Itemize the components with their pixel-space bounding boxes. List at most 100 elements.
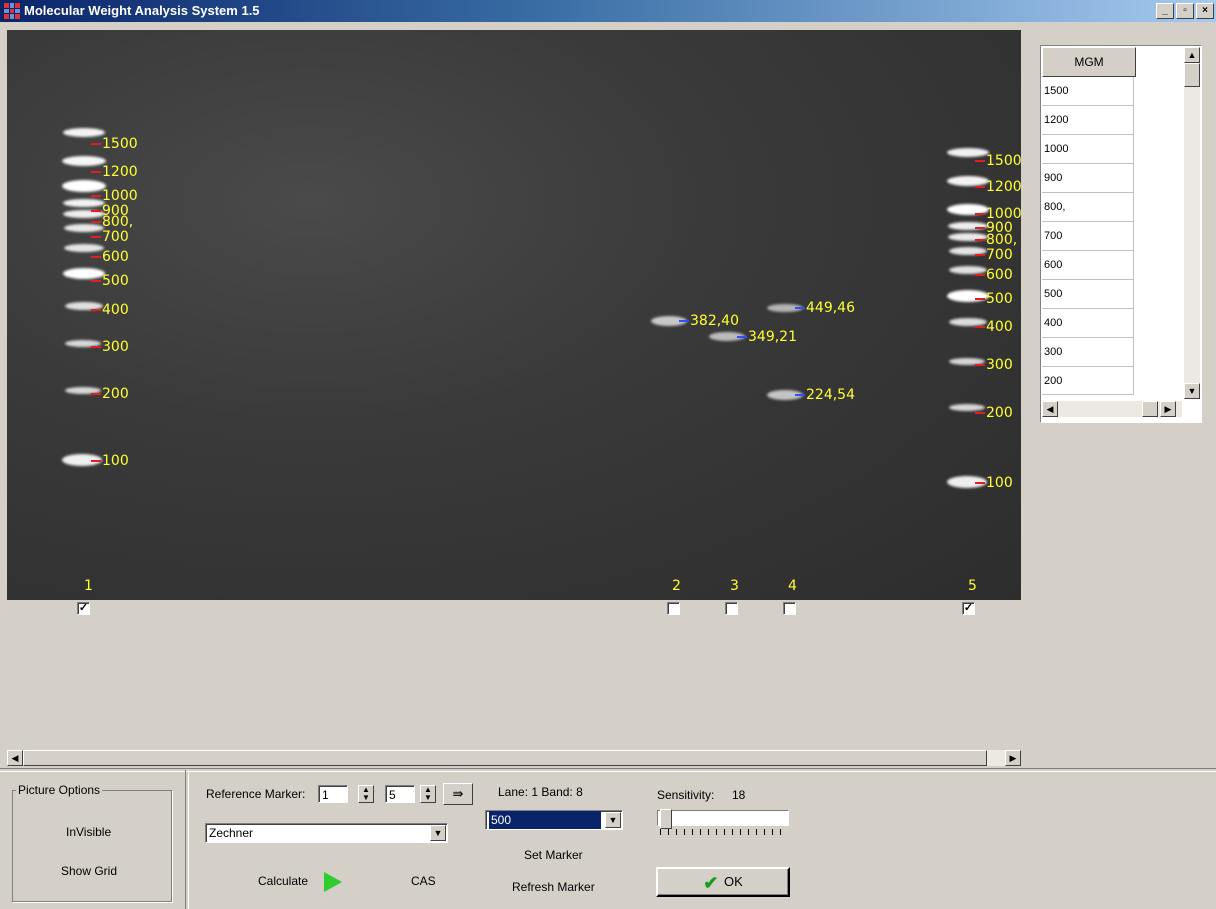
marker-set-select[interactable]: Zechner ▼ (205, 823, 448, 843)
scroll-left-button[interactable]: ◀ (1042, 401, 1058, 417)
gel-band (63, 128, 105, 137)
divider (185, 770, 189, 909)
marker-label: 100 (975, 476, 1013, 490)
reference-count-input[interactable]: 5 (385, 785, 415, 803)
marker-label: 500 (975, 292, 1013, 306)
scroll-thumb[interactable] (1184, 63, 1200, 87)
marker-label: 700 (91, 230, 129, 244)
grid-cell[interactable]: 700 (1042, 222, 1134, 251)
band-size-label: 382,40 (679, 314, 739, 328)
lane-band-info: Lane: 1 Band: 8 (498, 785, 583, 799)
marker-label: 400 (91, 303, 129, 317)
reference-lane-spinner[interactable]: ▲ ▼ (358, 785, 374, 803)
scroll-thumb[interactable] (23, 750, 987, 766)
marker-label: 300 (91, 340, 129, 354)
close-button[interactable]: × (1196, 3, 1214, 19)
maximize-button[interactable]: ▫ (1176, 3, 1194, 19)
grid-cell[interactable]: 1500 (1042, 77, 1134, 106)
divider (0, 768, 1216, 772)
grid-cell[interactable]: 900 (1042, 164, 1134, 193)
grid-horizontal-scrollbar[interactable]: ◀ ▶ (1042, 401, 1182, 417)
marker-label: 1500 (975, 154, 1021, 168)
marker-label: 200 (91, 387, 129, 401)
sensitivity-slider-thumb[interactable] (660, 809, 672, 829)
band-size-label: 224,54 (795, 388, 855, 402)
lane-5-checkbox[interactable]: ✓ (962, 602, 975, 615)
marker-set-value: Zechner (209, 826, 254, 840)
refresh-marker-button[interactable]: Refresh Marker (512, 880, 595, 894)
lane-number: 5 (968, 578, 977, 594)
marker-label: 600 (91, 250, 129, 264)
gel-image[interactable]: 1500 1200 1000 900 800, 700 600 500 400 … (7, 30, 1021, 600)
grid-cell[interactable]: 200 (1042, 367, 1134, 395)
invisible-button[interactable]: InVisible (66, 825, 111, 839)
set-marker-button[interactable]: Set Marker (524, 848, 583, 862)
grid-cell[interactable]: 1200 (1042, 106, 1134, 135)
band-value: 8 (576, 785, 583, 799)
grid-cell[interactable]: 500 (1042, 280, 1134, 309)
marker-label: 1500 (91, 137, 138, 151)
marker-label: 1000 (975, 207, 1021, 221)
band-label: Band: (541, 785, 573, 799)
app-icon (4, 3, 20, 19)
sensitivity-label: Sensitivity: (657, 788, 715, 802)
ok-label: OK (723, 874, 743, 889)
marker-label: 700 (975, 248, 1013, 262)
grid-cell[interactable]: 1000 (1042, 135, 1134, 164)
scroll-right-button[interactable]: ▶ (1005, 750, 1021, 766)
marker-label: 1200 (91, 165, 138, 179)
lane-number: 3 (730, 578, 739, 594)
title-bar: Molecular Weight Analysis System 1.5 _ ▫… (0, 0, 1216, 22)
grid-cell[interactable]: 800, (1042, 193, 1134, 222)
grid-vertical-scrollbar[interactable]: ▲ ▼ (1184, 47, 1200, 399)
scroll-thumb[interactable] (1142, 401, 1158, 417)
lane-panel (7, 600, 1021, 748)
scroll-down-button[interactable]: ▼ (1184, 383, 1200, 399)
ok-button[interactable]: ✔ OK (656, 867, 790, 897)
marker-label: 1200 (975, 180, 1021, 194)
apply-reference-button[interactable]: ⇛ (443, 783, 473, 805)
reference-marker-label: Reference Marker: (206, 787, 306, 801)
lane-1-checkbox[interactable]: ✓ (77, 602, 90, 615)
play-icon[interactable] (324, 872, 342, 892)
lane-4-checkbox[interactable] (783, 602, 796, 615)
lane-number: 4 (788, 578, 797, 594)
picture-options-title: Picture Options (16, 783, 103, 797)
band-size-value: 500 (489, 811, 601, 829)
scroll-left-button[interactable]: ◀ (7, 750, 23, 766)
marker-label: 500 (91, 274, 129, 288)
minimize-button[interactable]: _ (1156, 3, 1174, 19)
reference-lane-input[interactable]: 1 (318, 785, 348, 803)
sensitivity-value: 18 (732, 788, 746, 802)
lane-3-checkbox[interactable] (725, 602, 738, 615)
marker-label: 600 (975, 268, 1013, 282)
scroll-up-button[interactable]: ▲ (1184, 47, 1200, 63)
lane-value: 1 (531, 785, 539, 799)
window-title: Molecular Weight Analysis System 1.5 (24, 3, 260, 18)
lane-label: Lane: (498, 785, 529, 799)
grid-cell[interactable]: 300 (1042, 338, 1134, 367)
marker-label: 300 (975, 358, 1013, 372)
lane-2-checkbox[interactable] (667, 602, 680, 615)
lane-number: 2 (672, 578, 681, 594)
show-grid-button[interactable]: Show Grid (61, 864, 117, 878)
chevron-down-icon[interactable]: ▼ (605, 812, 621, 828)
sensitivity-slider[interactable] (657, 810, 789, 826)
grid-cell[interactable]: 600 (1042, 251, 1134, 280)
check-icon: ✔ (703, 872, 719, 893)
grid-header[interactable]: MGM (1042, 47, 1136, 77)
band-size-label: 449,46 (795, 301, 855, 315)
chevron-down-icon[interactable]: ▼ (430, 825, 446, 841)
marker-label: 1000 (91, 189, 138, 203)
marker-label: 200 (975, 406, 1013, 420)
marker-grid[interactable]: MGM 1500 1200 1000 900 800, 700 600 500 … (1040, 45, 1202, 423)
scroll-right-button[interactable]: ▶ (1160, 401, 1176, 417)
reference-count-spinner[interactable]: ▲ ▼ (420, 785, 436, 803)
band-size-select[interactable]: 500 ▼ (485, 810, 623, 830)
cas-button[interactable]: CAS (411, 874, 436, 888)
calculate-label[interactable]: Calculate (258, 874, 308, 888)
grid-cell[interactable]: 400 (1042, 309, 1134, 338)
picture-options-group (12, 790, 172, 902)
horizontal-scrollbar[interactable]: ◀ ▶ (7, 750, 1021, 766)
marker-label: 800, (91, 215, 133, 229)
